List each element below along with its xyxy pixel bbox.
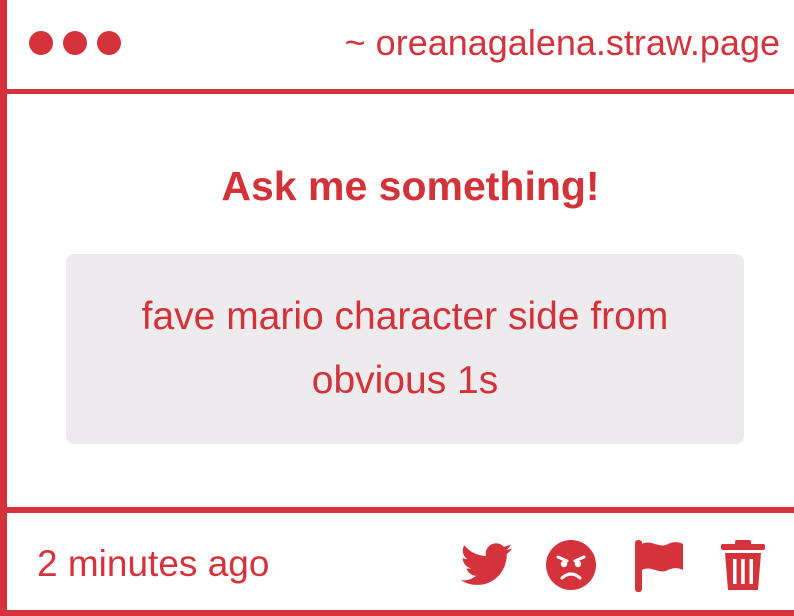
ask-card: ~ oreanagalena.straw.page Ask me somethi… <box>0 0 794 616</box>
question-text: fave mario character side from obvious 1… <box>141 295 669 402</box>
share-twitter-button[interactable] <box>459 537 515 593</box>
card-body: Ask me something! fave mario character s… <box>7 94 794 507</box>
twitter-icon <box>461 543 513 585</box>
action-toolbar <box>453 537 773 593</box>
card-footer: 2 minutes ago <box>7 507 794 610</box>
window-dot <box>97 31 121 55</box>
flag-icon <box>635 540 683 592</box>
angry-face-icon <box>546 540 596 590</box>
question-box: fave mario character side from obvious 1… <box>66 254 744 444</box>
react-angry-button[interactable] <box>543 537 599 593</box>
report-flag-button[interactable] <box>631 537 687 593</box>
trash-icon <box>721 540 765 590</box>
window-controls <box>29 31 121 55</box>
window-header: ~ oreanagalena.straw.page <box>7 0 794 94</box>
window-dot <box>63 31 87 55</box>
timestamp: 2 minutes ago <box>37 543 270 584</box>
window-dot <box>29 31 53 55</box>
delete-button[interactable] <box>715 537 771 593</box>
site-url-link[interactable]: ~ oreanagalena.straw.page <box>345 22 780 64</box>
page-title: Ask me something! <box>221 163 600 209</box>
